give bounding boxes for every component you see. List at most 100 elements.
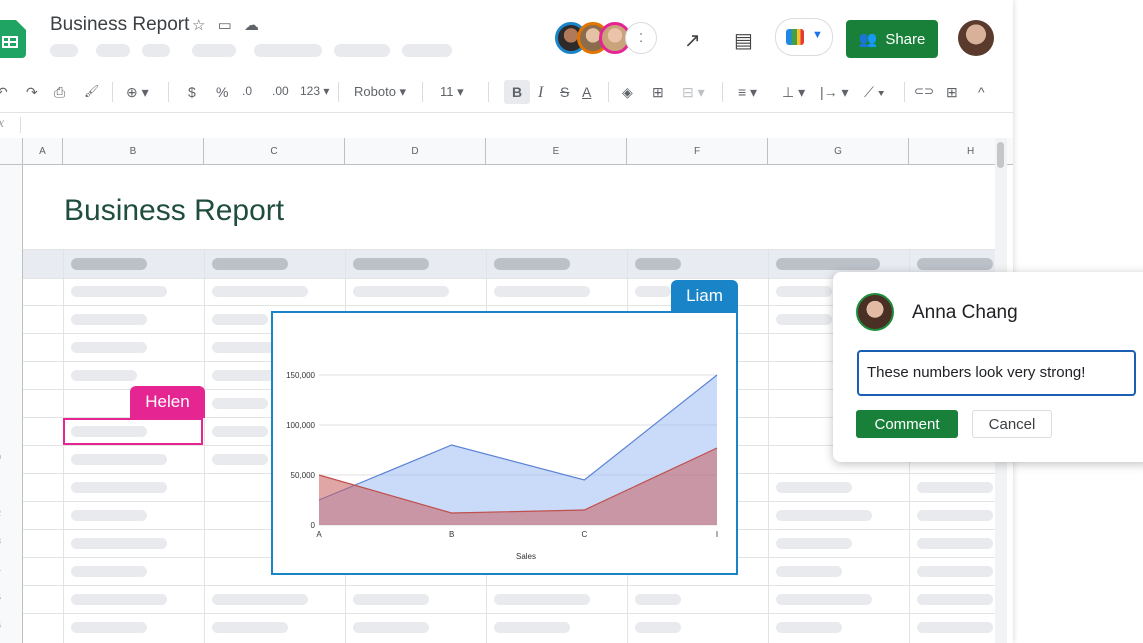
header-cell-placeholder[interactable] — [635, 258, 681, 270]
text-color-button[interactable]: A — [582, 84, 591, 100]
cell-placeholder[interactable] — [212, 426, 268, 437]
trend-icon[interactable]: ↗ — [684, 28, 701, 53]
meet-button[interactable]: ▼ — [775, 18, 833, 56]
title-actions-icons[interactable]: ☆ ▭ ☁ — [192, 16, 263, 34]
increase-decimal-button[interactable]: .00 — [272, 84, 289, 98]
italic-button[interactable]: I — [538, 84, 543, 102]
row-header[interactable]: 15 — [0, 593, 1, 602]
cell-placeholder[interactable] — [71, 622, 147, 633]
scrollbar-thumb[interactable] — [997, 142, 1004, 168]
row-header[interactable]: 14 — [0, 565, 1, 574]
text-wrap-select[interactable]: |→ ▾ — [820, 84, 849, 101]
cell-placeholder[interactable] — [776, 314, 832, 325]
menu-insert[interactable] — [192, 44, 236, 57]
row-header[interactable]: 13 — [0, 537, 1, 546]
cell-placeholder[interactable] — [212, 286, 308, 297]
menu-format[interactable] — [254, 44, 322, 57]
share-button[interactable]: 👥 Share — [846, 20, 938, 58]
cell-placeholder[interactable] — [917, 566, 993, 577]
menu-view[interactable] — [142, 44, 170, 57]
cell-placeholder[interactable] — [776, 286, 832, 297]
currency-format-button[interactable]: $ — [188, 84, 196, 100]
sheets-logo-icon[interactable] — [0, 20, 26, 58]
cell-placeholder[interactable] — [71, 342, 147, 353]
cell-placeholder[interactable] — [635, 622, 681, 633]
fill-color-icon[interactable]: ◈ — [622, 84, 633, 101]
font-size-select[interactable]: 11 ▾ — [440, 84, 464, 100]
cell-placeholder[interactable] — [212, 622, 288, 633]
cell-placeholder[interactable] — [494, 594, 590, 605]
cell-placeholder[interactable] — [212, 594, 308, 605]
undo-icon[interactable]: ↶ — [0, 84, 8, 101]
cell-placeholder[interactable] — [494, 286, 590, 297]
row-header[interactable]: 12 — [0, 509, 1, 518]
cell-placeholder[interactable] — [71, 314, 147, 325]
more-formats-select[interactable]: 123 ▾ — [300, 84, 329, 98]
column-header-f[interactable]: F — [627, 138, 768, 165]
menu-file[interactable] — [50, 44, 78, 57]
formula-bar[interactable]: fx — [0, 112, 1013, 139]
font-family-select[interactable]: Roboto ▾ — [354, 84, 406, 100]
zoom-select[interactable]: ⊕ ▾ — [126, 84, 149, 101]
bold-button[interactable]: B — [504, 80, 530, 104]
redo-icon[interactable]: ↷ — [26, 84, 38, 101]
cell-placeholder[interactable] — [71, 454, 167, 465]
cell-placeholder[interactable] — [494, 622, 570, 633]
cell-placeholder[interactable] — [212, 398, 268, 409]
embedded-chart[interactable]: 0 50,000 100,000 150,000 A B C I Sales — [271, 311, 738, 575]
cell-placeholder[interactable] — [917, 622, 993, 633]
cell-placeholder[interactable] — [71, 370, 137, 381]
header-cell-placeholder[interactable] — [212, 258, 288, 270]
comment-history-icon[interactable]: ▤ — [734, 28, 753, 53]
account-avatar[interactable] — [958, 20, 994, 56]
collapse-toolbar-icon[interactable]: ^ — [978, 84, 985, 100]
helen-selected-cell[interactable] — [63, 418, 203, 445]
cell-placeholder[interactable] — [353, 594, 429, 605]
menu-tools[interactable] — [402, 44, 452, 57]
cell-placeholder[interactable] — [776, 622, 842, 633]
cell-placeholder[interactable] — [212, 314, 268, 325]
cell-placeholder[interactable] — [635, 286, 671, 297]
column-header-b[interactable]: B — [63, 138, 204, 165]
header-cell-placeholder[interactable] — [494, 258, 570, 270]
print-icon[interactable]: ⎙ — [54, 84, 65, 101]
header-cell-placeholder[interactable] — [353, 258, 429, 270]
merge-cells-icon[interactable]: ⊟ ▾ — [682, 84, 705, 101]
more-collaborators-icon[interactable]: ⁚ — [625, 22, 657, 54]
cell-placeholder[interactable] — [776, 482, 852, 493]
cell-placeholder[interactable] — [353, 622, 429, 633]
cell-placeholder[interactable] — [917, 594, 993, 605]
row-headers[interactable]: 2 3 4 5 6 7 8 9 10 11 12 13 14 15 16 — [0, 165, 23, 643]
column-header-a[interactable]: A — [23, 138, 63, 165]
cell-placeholder[interactable] — [71, 510, 147, 521]
percent-format-button[interactable]: % — [216, 84, 228, 100]
insert-comment-icon[interactable]: ⊞ — [946, 84, 958, 101]
sheet-title[interactable]: Business Report — [64, 194, 284, 228]
decrease-decimal-button[interactable]: .0 — [242, 84, 252, 98]
comment-button[interactable]: Comment — [856, 410, 958, 438]
row-header[interactable]: 10 — [0, 453, 1, 462]
cell-placeholder[interactable] — [917, 482, 993, 493]
horizontal-align-select[interactable]: ≡ ▾ — [738, 84, 757, 101]
cell-placeholder[interactable] — [635, 594, 681, 605]
cell-placeholder[interactable] — [71, 482, 167, 493]
borders-icon[interactable]: ⊞ — [652, 84, 664, 101]
strikethrough-button[interactable]: S — [560, 84, 569, 100]
header-cell-placeholder[interactable] — [917, 258, 993, 270]
menu-edit[interactable] — [96, 44, 130, 57]
row-header[interactable]: 16 — [0, 621, 1, 630]
text-rotation-select[interactable]: ⟋ ▾ — [864, 84, 885, 101]
header-cell-placeholder[interactable] — [71, 258, 147, 270]
column-header-g[interactable]: G — [768, 138, 909, 165]
cell-placeholder[interactable] — [776, 538, 852, 549]
cell-placeholder[interactable] — [776, 510, 872, 521]
cell-placeholder[interactable] — [71, 566, 147, 577]
insert-link-icon[interactable]: ⊂⊃ — [914, 84, 934, 98]
cell-placeholder[interactable] — [776, 594, 872, 605]
paint-format-icon[interactable]: 🖌 — [84, 84, 99, 98]
menu-data[interactable] — [334, 44, 390, 57]
cell-placeholder[interactable] — [71, 594, 167, 605]
vertical-align-select[interactable]: ⊥ ▾ — [782, 84, 805, 101]
cancel-button[interactable]: Cancel — [972, 410, 1052, 438]
cell-placeholder[interactable] — [917, 510, 993, 521]
